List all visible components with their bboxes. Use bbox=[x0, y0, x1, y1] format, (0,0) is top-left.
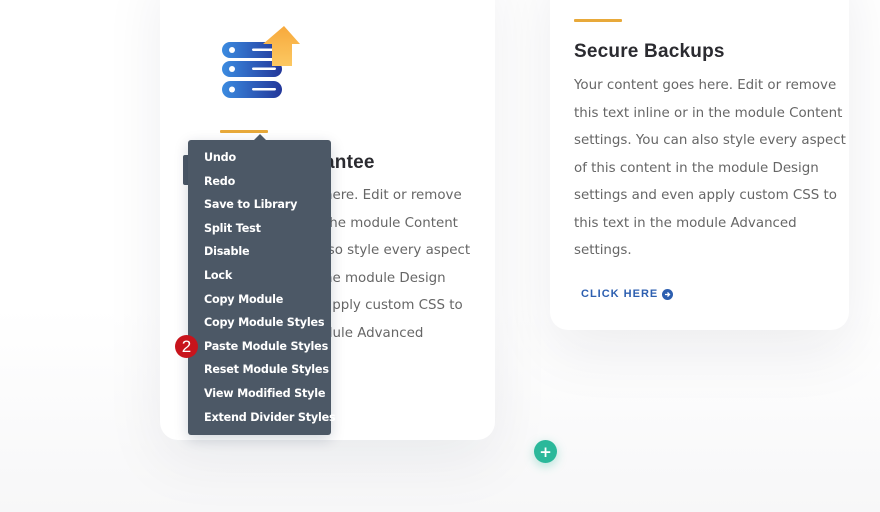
menu-item-undo[interactable]: Undo bbox=[188, 146, 331, 170]
right-card-body: Your content goes here. Edit or remove t… bbox=[574, 72, 846, 265]
right-card-title: Secure Backups bbox=[574, 41, 725, 62]
body-line: of this content in the module Design bbox=[574, 160, 819, 176]
plus-icon: + bbox=[539, 442, 552, 461]
menu-item-disable[interactable]: Disable bbox=[188, 240, 331, 264]
menu-item-reset-module-styles[interactable]: Reset Module Styles bbox=[188, 358, 331, 382]
left-card-title: antee bbox=[324, 152, 375, 173]
menu-item-copy-module-styles[interactable]: Copy Module Styles bbox=[188, 311, 331, 335]
menu-item-paste-module-styles[interactable]: Paste Module Styles bbox=[188, 335, 331, 359]
server-upload-icon bbox=[222, 26, 300, 98]
add-module-button[interactable]: + bbox=[534, 440, 557, 463]
menu-item-lock[interactable]: Lock bbox=[188, 264, 331, 288]
right-card-divider bbox=[574, 19, 622, 22]
click-here-label: CLICK HERE bbox=[581, 288, 659, 300]
body-line: this text inline or in the module Conten… bbox=[574, 105, 843, 121]
body-line: settings and even apply custom CSS to bbox=[574, 188, 837, 203]
menu-item-view-modified-style[interactable]: View Modified Style bbox=[188, 382, 331, 406]
body-line: he module Design bbox=[324, 270, 446, 286]
left-card-body: here. Edit or remove the module Content … bbox=[324, 182, 470, 347]
arrow-circle-right-icon bbox=[662, 288, 674, 300]
body-line: the module Content bbox=[324, 215, 458, 231]
menu-item-copy-module[interactable]: Copy Module bbox=[188, 288, 331, 312]
menu-item-split-test[interactable]: Split Test bbox=[188, 217, 331, 241]
context-menu: Undo Redo Save to Library Split Test Dis… bbox=[188, 134, 336, 435]
body-line: dule Advanced bbox=[324, 325, 424, 341]
body-line: Your content goes here. Edit or remove bbox=[574, 78, 837, 93]
body-line: this text in the module Advanced bbox=[574, 215, 797, 231]
menu-item-redo[interactable]: Redo bbox=[188, 170, 331, 194]
body-line: apply custom CSS to bbox=[324, 298, 463, 313]
body-line: settings. bbox=[574, 243, 632, 258]
body-line: here. Edit or remove bbox=[324, 188, 462, 203]
click-here-link[interactable]: CLICK HERE bbox=[581, 288, 674, 300]
menu-item-save-to-library[interactable]: Save to Library bbox=[188, 193, 331, 217]
menu-item-extend-divider-styles[interactable]: Extend Divider Styles bbox=[188, 406, 336, 430]
step-number-badge: 2 bbox=[175, 335, 198, 358]
body-line: lso style every aspect bbox=[324, 243, 471, 258]
left-card-divider bbox=[220, 130, 268, 133]
body-line: settings. You can also style every aspec… bbox=[574, 133, 846, 148]
